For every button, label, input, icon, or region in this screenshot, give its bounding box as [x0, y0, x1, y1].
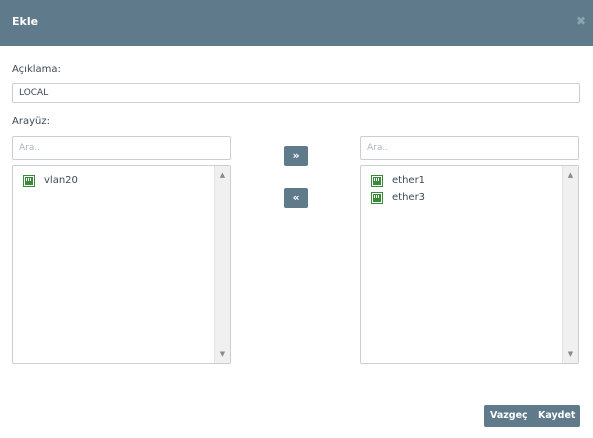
- add-selected-button[interactable]: »: [284, 146, 308, 166]
- list-item-label: vlan20: [44, 175, 78, 186]
- scroll-up-arrow-icon[interactable]: ▲: [215, 168, 230, 182]
- dialog-titlebar: Ekle ✖: [0, 0, 593, 46]
- remove-selected-button[interactable]: «: [284, 188, 308, 208]
- scroll-up-arrow-icon[interactable]: ▲: [563, 168, 578, 182]
- description-label: Açıklama:: [12, 64, 61, 75]
- cancel-button[interactable]: Vazgeç: [490, 405, 528, 427]
- scroll-down-arrow-icon[interactable]: ▼: [215, 347, 230, 361]
- close-icon[interactable]: ✖: [576, 14, 586, 28]
- list-item-label: ether1: [392, 175, 426, 186]
- description-input[interactable]: [12, 83, 580, 103]
- selected-scrollbar[interactable]: ▲ ▼: [562, 166, 578, 363]
- available-list[interactable]: vlan20 ▲ ▼: [12, 165, 231, 364]
- selected-search-input[interactable]: [360, 136, 579, 160]
- save-button[interactable]: Kaydet: [538, 405, 575, 427]
- available-scrollbar[interactable]: ▲ ▼: [214, 166, 230, 363]
- network-port-icon: [371, 174, 383, 187]
- list-item-label: ether3: [392, 192, 426, 203]
- network-port-icon: [23, 174, 35, 187]
- footer-button-group: Vazgeç Kaydet: [484, 405, 580, 427]
- dialog-title: Ekle: [12, 15, 39, 28]
- list-item[interactable]: ether1: [371, 173, 425, 188]
- scroll-down-arrow-icon[interactable]: ▼: [563, 347, 578, 361]
- interface-label: Arayüz:: [12, 116, 50, 127]
- selected-list[interactable]: ether1 ether3 ▲ ▼: [360, 165, 579, 364]
- list-item[interactable]: ether3: [371, 190, 425, 205]
- available-search-input[interactable]: [12, 136, 231, 160]
- network-port-icon: [371, 191, 383, 204]
- list-item[interactable]: vlan20: [23, 173, 78, 188]
